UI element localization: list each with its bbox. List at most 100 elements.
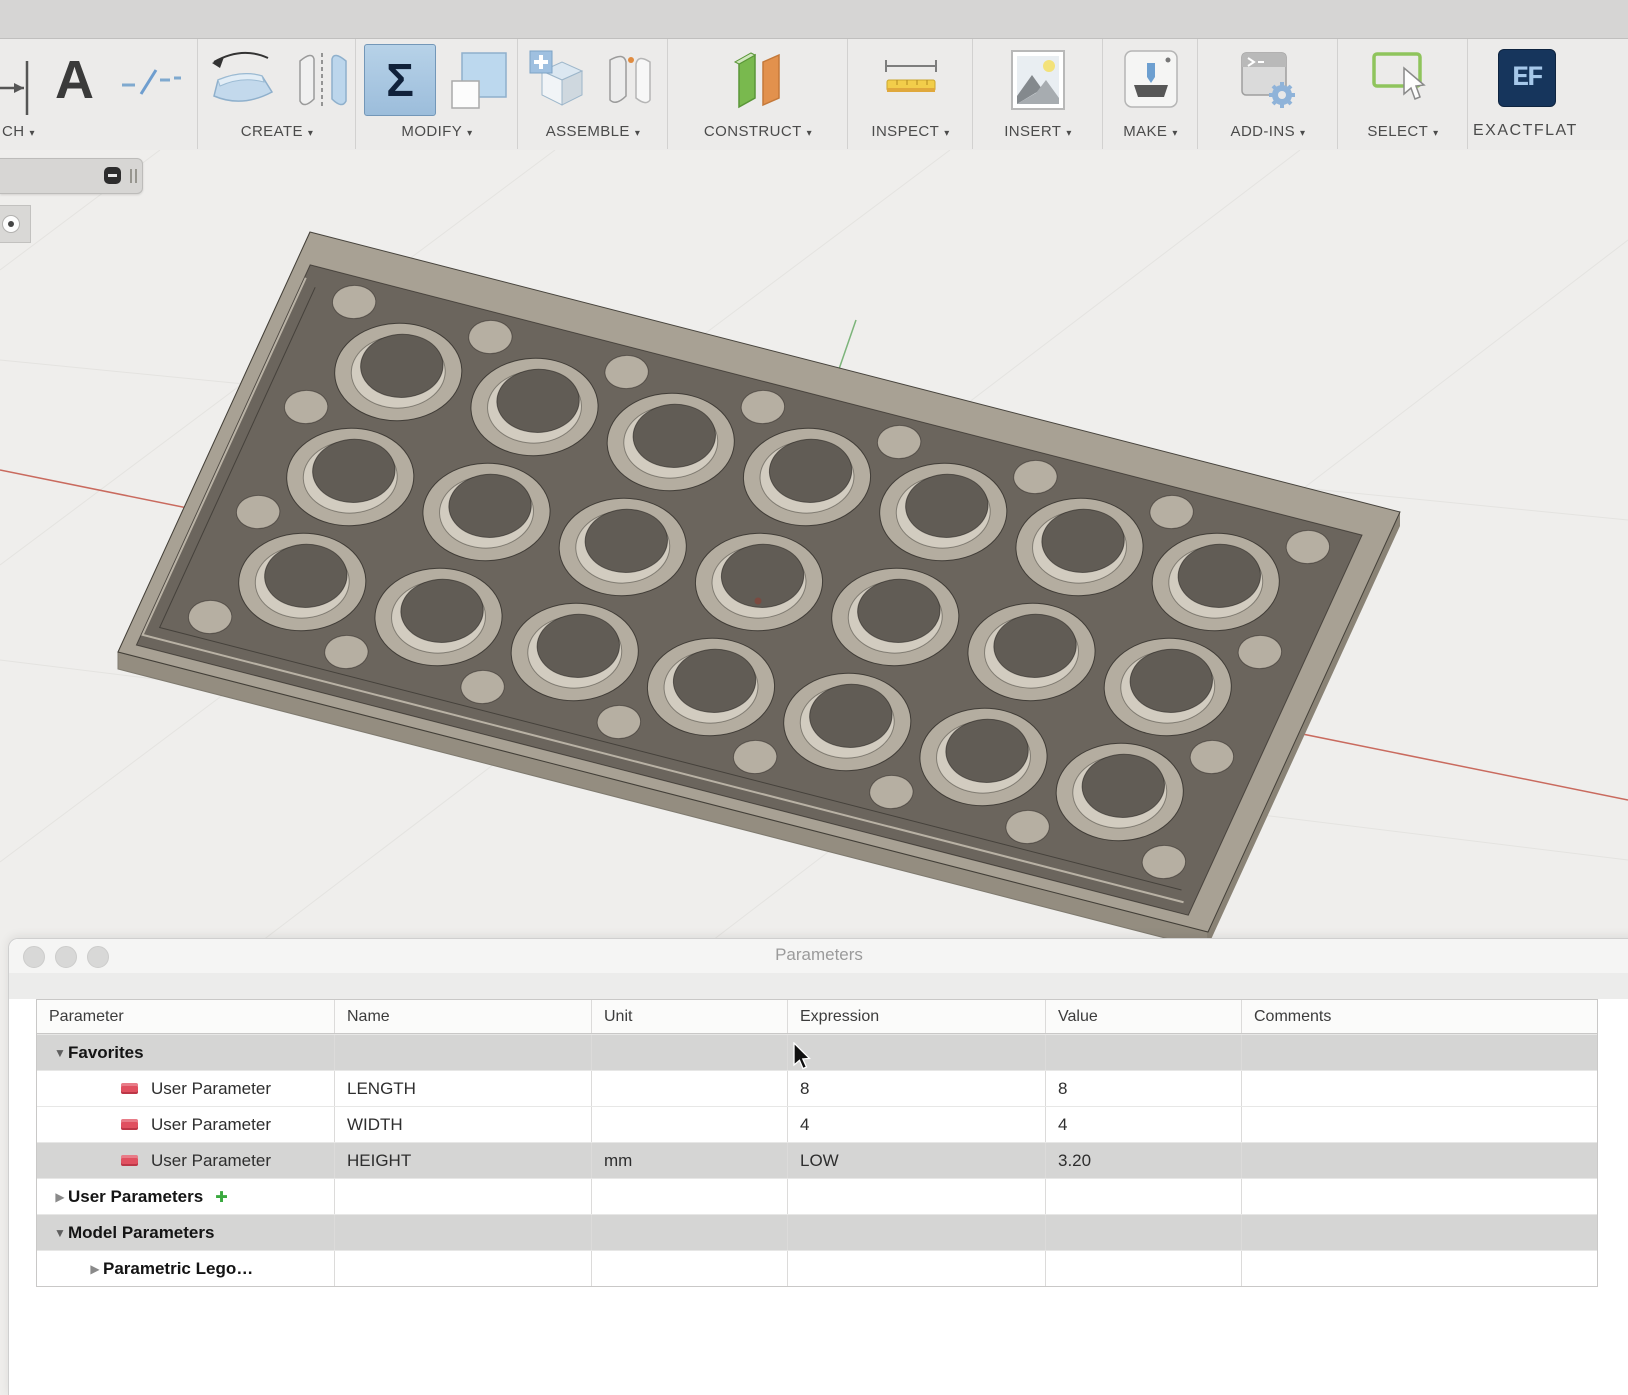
param-unit[interactable] (592, 1071, 788, 1106)
table-row-user-parameters[interactable]: ▶ User Parameters ✚ (37, 1178, 1597, 1214)
expand-triangle-icon[interactable]: ▼ (52, 1046, 68, 1060)
revolve-icon[interactable] (202, 44, 280, 116)
drag-grip-icon[interactable] (130, 169, 132, 183)
param-value: 4 (1046, 1107, 1242, 1142)
dropdown-arrow-icon: ▾ (1066, 128, 1071, 139)
table-row-length[interactable]: User Parameter LENGTH 8 8 (37, 1070, 1597, 1106)
col-header-name[interactable]: Name (335, 1000, 592, 1033)
param-comments[interactable] (1242, 1107, 1593, 1142)
change-parameters-sigma-icon[interactable]: Σ (364, 44, 436, 116)
toolbar-group-construct: CONSTRUCT▾ (667, 39, 848, 149)
toolbar-group-create: CREATE▾ (197, 39, 356, 149)
origin-point (755, 598, 762, 605)
dialog-title: Parameters (9, 945, 1628, 965)
toolbar-group-addins: ADD-INS▾ (1197, 39, 1338, 149)
expand-triangle-icon[interactable]: ▶ (87, 1262, 103, 1276)
parameters-table: Parameter Name Unit Expression Value Com… (36, 999, 1598, 1287)
toolbar-label-insert[interactable]: INSERT▾ (973, 123, 1103, 140)
table-row-favorites[interactable]: ▼ Favorites (37, 1034, 1597, 1070)
expand-triangle-icon[interactable]: ▶ (52, 1190, 68, 1204)
3d-print-icon[interactable] (1121, 49, 1181, 111)
table-row-width[interactable]: User Parameter WIDTH 4 4 (37, 1106, 1597, 1142)
group-label: Model Parameters (68, 1223, 214, 1243)
text-icon[interactable]: A (55, 45, 94, 115)
toolbar-label-exactflat[interactable]: EXACTFLAT (1473, 122, 1578, 140)
user-parameter-icon (121, 1083, 138, 1094)
param-name[interactable]: HEIGHT (335, 1143, 592, 1178)
param-name[interactable]: LENGTH (335, 1071, 592, 1106)
toolbar-group-inspect: INSPECT▾ (847, 39, 973, 149)
joint-icon[interactable] (602, 50, 658, 110)
user-parameter-icon (121, 1119, 138, 1130)
fusion360-screen: A CH▾ (0, 0, 1628, 1395)
toolbar-label-create[interactable]: CREATE▾ (198, 123, 356, 140)
param-value: 3.20 (1046, 1143, 1242, 1178)
viewport-canvas (0, 150, 1628, 950)
dropdown-arrow-icon: ▾ (1300, 128, 1305, 139)
dropdown-arrow-icon: ▾ (807, 128, 812, 139)
table-row-model-parameters[interactable]: ▼ Model Parameters (37, 1214, 1597, 1250)
group-label: User Parameters (68, 1187, 203, 1207)
radio-dot-icon (8, 221, 14, 227)
toolbar-group-select: SELECT▾ (1337, 39, 1468, 149)
group-label: Favorites (68, 1043, 144, 1063)
toolbar-group-sketch: A CH▾ (0, 39, 197, 149)
toolbar-group-make: MAKE▾ (1102, 39, 1198, 149)
dropdown-arrow-icon: ▾ (635, 128, 640, 139)
mouse-cursor (792, 1042, 816, 1074)
dropdown-arrow-icon: ▾ (944, 128, 949, 139)
main-toolbar: A CH▾ (0, 39, 1628, 151)
toolbar-group-exactflat: EF EXACTFLAT (1467, 39, 1628, 149)
add-parameter-button[interactable]: ✚ (215, 1188, 228, 1206)
param-comments[interactable] (1242, 1143, 1593, 1178)
mirror-icon[interactable] (294, 47, 352, 113)
table-row-parametric-lego[interactable]: ▶ Parametric Lego… (37, 1250, 1597, 1286)
param-unit[interactable] (592, 1107, 788, 1142)
col-header-expression[interactable]: Expression (788, 1000, 1046, 1033)
param-expression[interactable]: 4 (788, 1107, 1046, 1142)
collapse-icon[interactable] (104, 167, 121, 184)
dimension-extend-icon[interactable] (0, 53, 38, 123)
toolbar-label-select[interactable]: SELECT▾ (1338, 123, 1468, 140)
toolbar-label-make[interactable]: MAKE▾ (1103, 123, 1198, 140)
toolbar-label-construct[interactable]: CONSTRUCT▾ (668, 123, 848, 140)
param-unit[interactable]: mm (592, 1143, 788, 1178)
param-expression[interactable]: 8 (788, 1071, 1046, 1106)
col-header-unit[interactable]: Unit (592, 1000, 788, 1033)
press-pull-icon[interactable] (450, 49, 510, 111)
new-component-icon[interactable] (528, 49, 588, 111)
toolbar-label-addins[interactable]: ADD-INS▾ (1198, 123, 1338, 140)
dropdown-arrow-icon: ▾ (29, 128, 34, 139)
col-header-comments[interactable]: Comments (1242, 1000, 1593, 1033)
param-comments[interactable] (1242, 1071, 1593, 1106)
dialog-toolbar-band (9, 973, 1628, 999)
expand-triangle-icon[interactable]: ▼ (52, 1226, 68, 1240)
browser-collapsed-bar[interactable] (0, 158, 143, 194)
parameters-dialog: Parameters Parameter Name Unit Expressio… (8, 938, 1628, 1395)
param-value: 8 (1046, 1071, 1242, 1106)
3d-viewport[interactable] (0, 150, 1628, 950)
dialog-titlebar[interactable]: Parameters (9, 939, 1628, 974)
dropdown-arrow-icon: ▾ (467, 128, 472, 139)
table-row-height[interactable]: User Parameter HEIGHT mm LOW 3.20 (37, 1142, 1597, 1178)
toolbar-label-modify[interactable]: MODIFY▾ (356, 123, 518, 140)
toolbar-group-insert: INSERT▾ (972, 39, 1103, 149)
toolbar-label-inspect[interactable]: INSPECT▾ (848, 123, 973, 140)
col-header-parameter[interactable]: Parameter (37, 1000, 335, 1033)
scripts-addins-icon[interactable] (1236, 49, 1300, 111)
toolbar-group-modify: Σ MODIFY▾ (355, 39, 518, 149)
param-expression[interactable]: LOW (788, 1143, 1046, 1178)
origin-visibility-chip[interactable] (0, 205, 31, 243)
dropdown-arrow-icon: ▾ (1172, 128, 1177, 139)
param-type-label: User Parameter (151, 1079, 271, 1099)
construction-planes-icon[interactable] (727, 48, 789, 112)
insert-image-icon[interactable] (1010, 49, 1066, 111)
toolbar-label-assemble[interactable]: ASSEMBLE▾ (518, 123, 668, 140)
col-header-value[interactable]: Value (1046, 1000, 1242, 1033)
measure-icon[interactable] (880, 52, 942, 108)
toolbar-label-sketch[interactable]: CH▾ (0, 123, 66, 140)
exactflat-icon[interactable]: EF (1498, 49, 1556, 107)
param-name[interactable]: WIDTH (335, 1107, 592, 1142)
select-window-icon[interactable] (1370, 50, 1436, 110)
construction-line-icon[interactable] (120, 61, 184, 105)
